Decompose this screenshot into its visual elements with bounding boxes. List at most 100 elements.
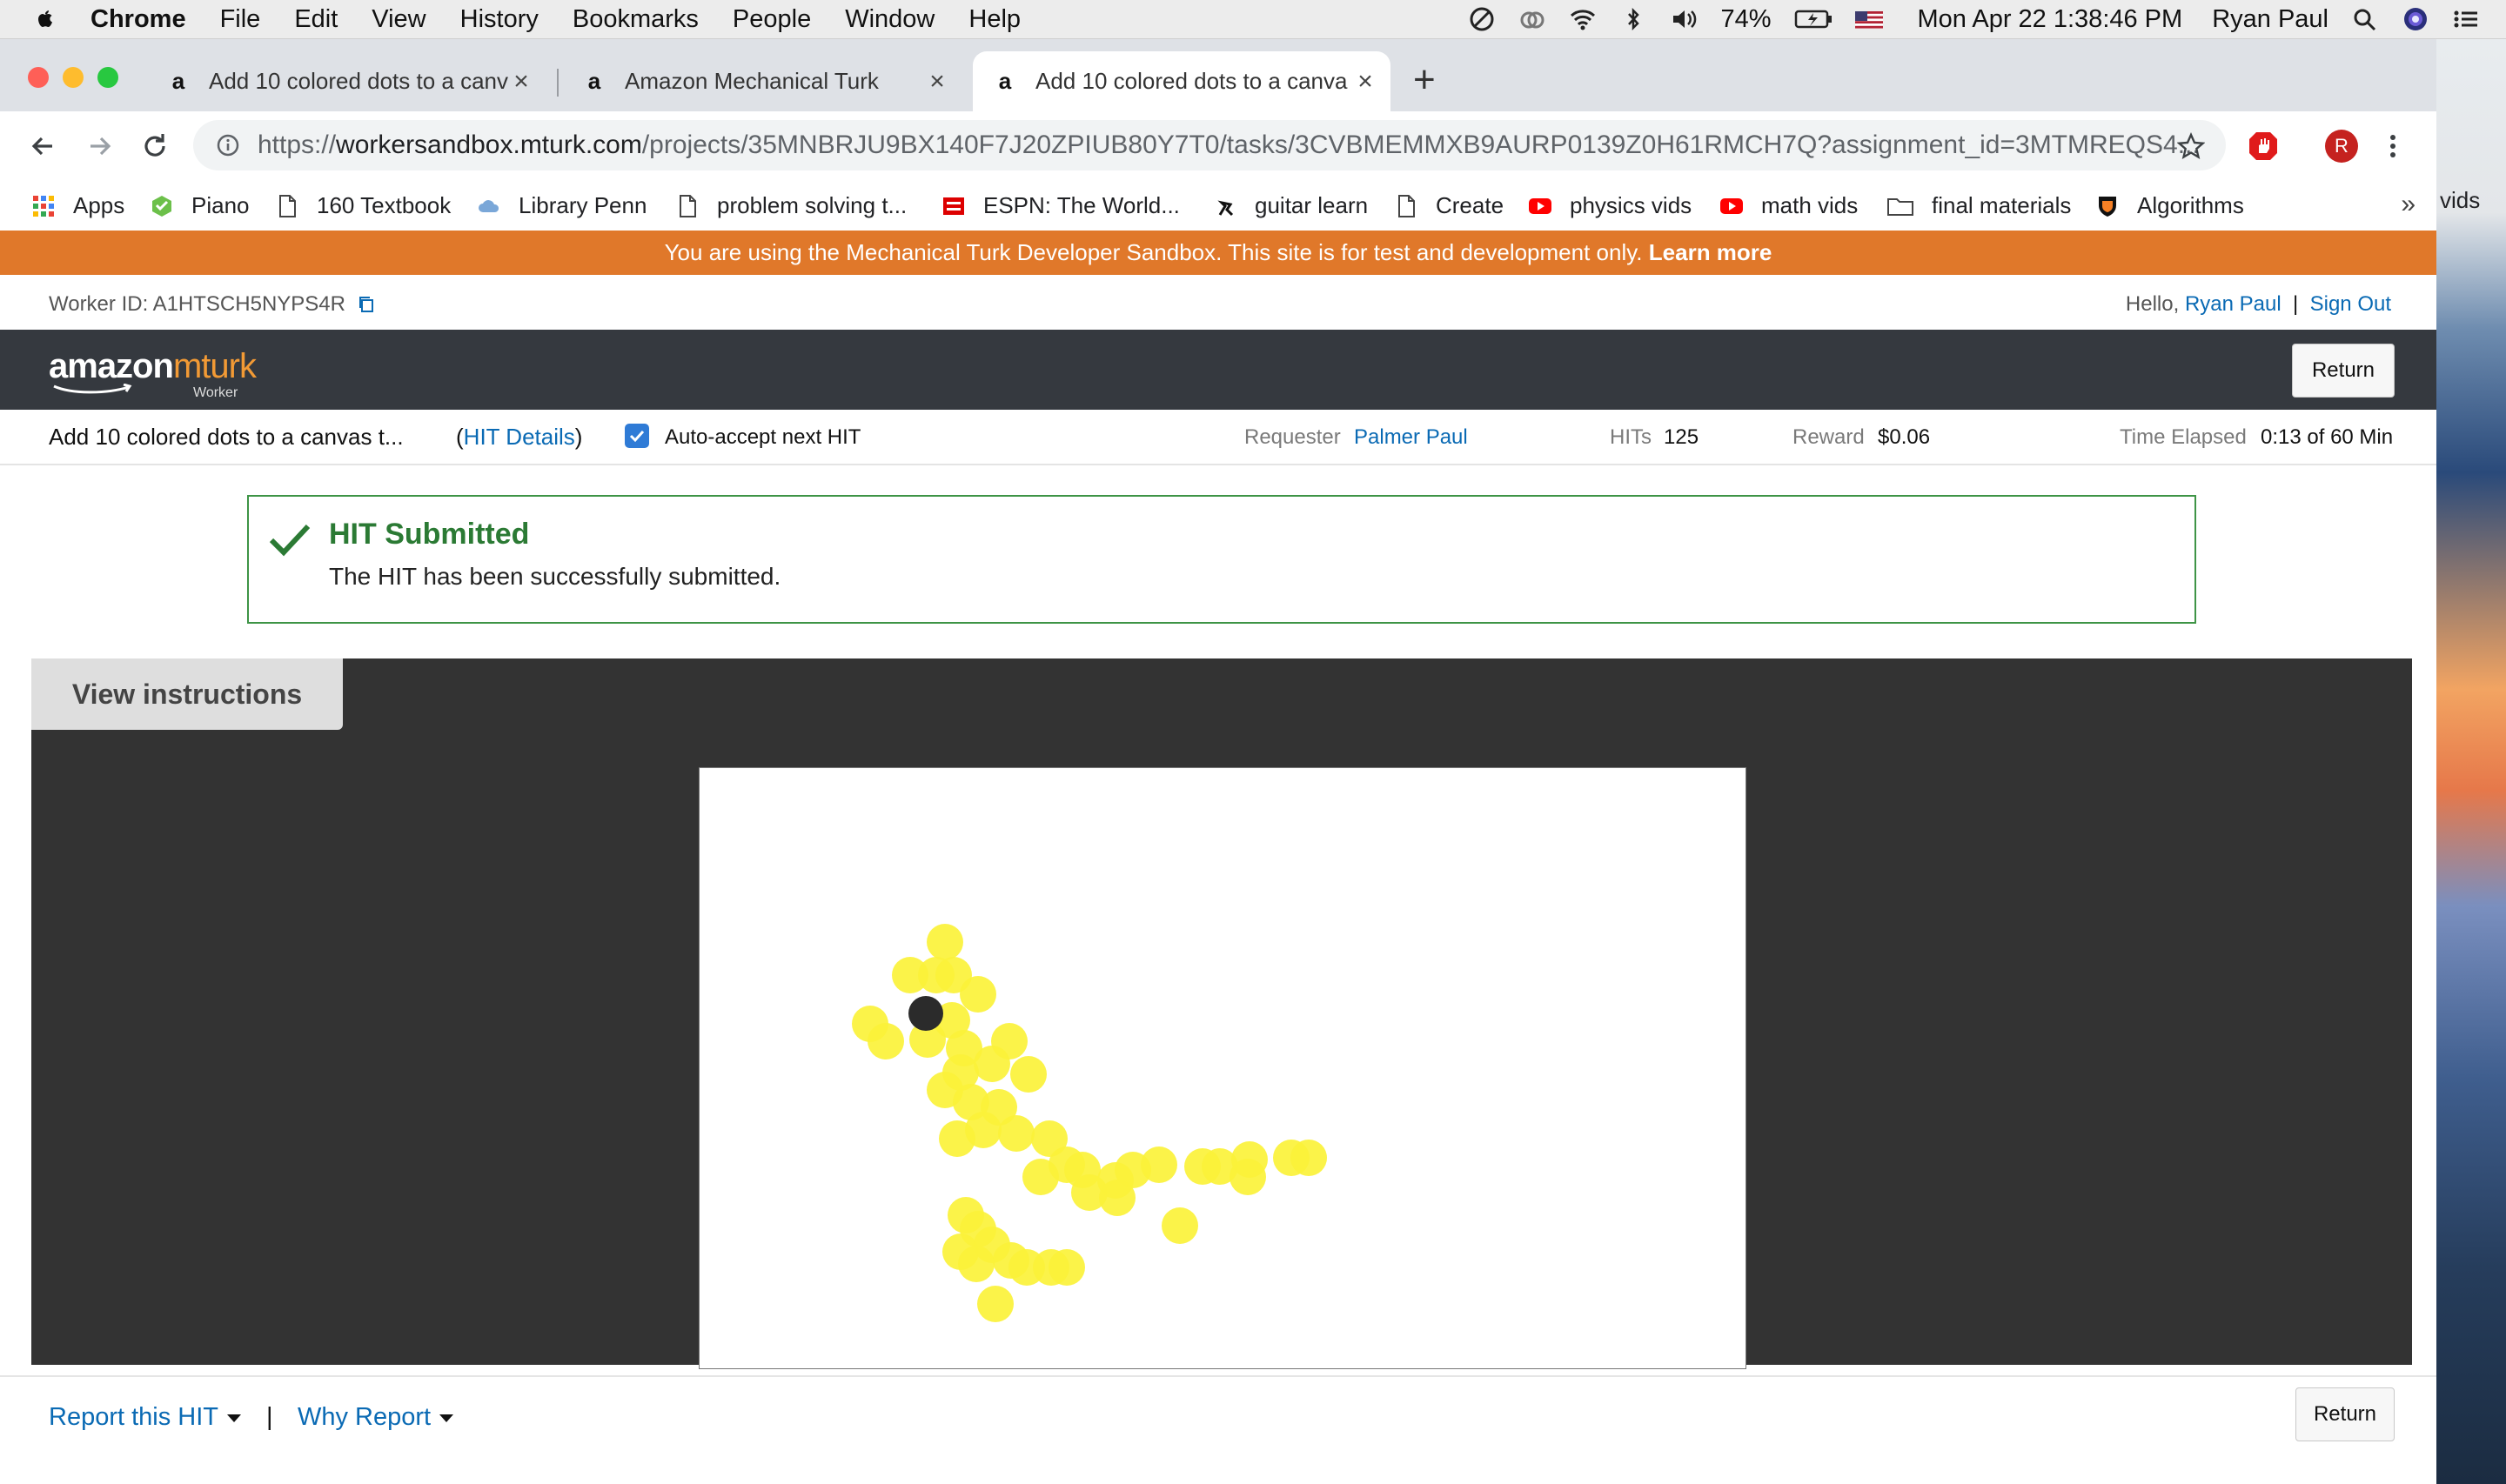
profile-avatar[interactable]: R: [2325, 130, 2358, 163]
brush-cursor: [908, 996, 943, 1031]
yellow-dot: [1290, 1140, 1327, 1176]
amazon-favicon-icon: a: [587, 68, 601, 94]
caret-down-icon: [439, 1414, 454, 1422]
bookmark-problem-solving[interactable]: problem solving t...: [675, 181, 907, 231]
new-tab-button[interactable]: +: [1413, 58, 1436, 102]
chrome-window: a Add 10 colored dots to a canva × a Ama…: [0, 39, 2436, 1484]
bookmark-label: problem solving t...: [717, 192, 908, 218]
adblock-extension-icon[interactable]: [2247, 130, 2280, 163]
siri-icon[interactable]: [2402, 6, 2429, 32]
worker-name-link[interactable]: Ryan Paul: [2185, 292, 2282, 316]
apple-menu-icon[interactable]: [35, 7, 56, 31]
tab-hit-1[interactable]: a Add 10 colored dots to a canva ×: [146, 51, 546, 111]
volume-icon[interactable]: [1670, 6, 1698, 32]
bookmarks-overflow-chevron-icon[interactable]: »: [2401, 190, 2416, 219]
why-report-dropdown[interactable]: Why Report: [298, 1403, 454, 1432]
reload-icon[interactable]: [136, 127, 174, 165]
bookmark-apps[interactable]: Apps: [31, 181, 124, 231]
tab-title: Add 10 colored dots to a canva: [1035, 68, 1348, 94]
logo-amazon: amazon: [49, 347, 174, 385]
menu-edit[interactable]: Edit: [294, 5, 338, 34]
auto-accept-label[interactable]: Auto-accept next HIT: [665, 425, 861, 450]
requester-link[interactable]: Palmer Paul: [1354, 425, 1468, 450]
yellow-dot: [998, 1115, 1035, 1152]
back-arrow-icon[interactable]: [24, 127, 63, 165]
tab-title: Add 10 colored dots to a canva: [209, 68, 508, 94]
document-icon: [1398, 194, 1415, 217]
return-button[interactable]: Return: [2292, 344, 2395, 398]
menu-history[interactable]: History: [460, 5, 539, 34]
cloud-icon: [479, 199, 499, 212]
creative-cloud-icon[interactable]: [1518, 6, 1546, 32]
tab-close-icon[interactable]: ×: [508, 67, 534, 97]
yellow-dot: [977, 1286, 1014, 1322]
battery-charging-icon[interactable]: [1794, 6, 1833, 32]
bookmark-label: final materials: [1932, 192, 2072, 218]
zoom-window-button[interactable]: [97, 67, 118, 88]
bookmark-create[interactable]: Create: [1394, 181, 1504, 231]
do-not-disturb-icon[interactable]: [1468, 6, 1496, 32]
amazon-mturk-logo[interactable]: amazonmturk Worker: [49, 347, 257, 400]
wifi-icon[interactable]: [1569, 6, 1597, 32]
us-flag-icon[interactable]: [1854, 6, 1883, 32]
sign-out-link[interactable]: Sign Out: [2310, 292, 2391, 316]
clock[interactable]: Mon Apr 22 1:38:46 PM: [1918, 5, 2183, 34]
spotlight-search-icon[interactable]: [2351, 6, 2379, 32]
tab-close-icon[interactable]: ×: [1352, 67, 1378, 97]
menu-help[interactable]: Help: [968, 5, 1021, 34]
menu-file[interactable]: File: [220, 5, 261, 34]
bookmark-math-vids[interactable]: math vids: [1719, 181, 1858, 231]
menu-people[interactable]: People: [733, 5, 811, 34]
bookmark-star-icon[interactable]: [2177, 132, 2205, 160]
apps-grid-icon: [33, 195, 54, 217]
report-hit-label: Report this HIT: [49, 1403, 218, 1431]
amazon-favicon-icon: a: [998, 68, 1012, 94]
bookmark-espn[interactable]: ESPN: The World...: [941, 181, 1180, 231]
folder-icon: [1887, 197, 1913, 216]
yellow-dot: [1010, 1056, 1047, 1093]
auto-accept-checkbox[interactable]: [625, 424, 649, 448]
menu-window[interactable]: Window: [845, 5, 935, 34]
forward-arrow-icon[interactable]: [80, 127, 118, 165]
minimize-window-button[interactable]: [63, 67, 84, 88]
bookmark-guitar-learn[interactable]: guitar learn: [1213, 181, 1368, 231]
bookmark-label: Apps: [73, 192, 125, 218]
bluetooth-icon[interactable]: [1619, 6, 1647, 32]
chrome-menu-icon[interactable]: [2384, 130, 2402, 163]
bookmark-final-materials[interactable]: final materials: [1886, 181, 2071, 231]
close-window-button[interactable]: [28, 67, 49, 88]
hit-details-link[interactable]: HIT Details: [464, 424, 575, 450]
task-workspace: View instructions: [31, 658, 2412, 1369]
site-info-icon[interactable]: [216, 133, 240, 157]
bookmark-algorithms[interactable]: Algorithms: [2095, 181, 2244, 231]
greeting: Hello, Ryan Paul | Sign Out: [2126, 292, 2391, 317]
notification-center-icon[interactable]: [2452, 6, 2480, 32]
bookmark-160-textbook[interactable]: 160 Textbook: [275, 181, 451, 231]
why-report-label: Why Report: [298, 1403, 432, 1431]
macos-menu-bar: Chrome File Edit View History Bookmarks …: [0, 0, 2506, 39]
report-hit-dropdown[interactable]: Report this HIT: [49, 1403, 241, 1432]
menu-bookmarks[interactable]: Bookmarks: [573, 5, 699, 34]
youtube-icon: [1529, 197, 1551, 214]
user-name[interactable]: Ryan Paul: [2212, 5, 2328, 34]
alert-title: HIT Submitted: [329, 518, 530, 551]
address-bar[interactable]: https://workersandbox.mturk.com/projects…: [193, 120, 2226, 170]
paren-open: (: [456, 424, 464, 450]
tab-mturk[interactable]: a Amazon Mechanical Turk ×: [562, 51, 962, 111]
bookmark-library-penn[interactable]: Library Penn: [477, 181, 647, 231]
drawing-canvas[interactable]: [699, 767, 1746, 1369]
menu-app-name[interactable]: Chrome: [90, 5, 186, 34]
tab-hit-active[interactable]: a Add 10 colored dots to a canva ×: [973, 51, 1390, 111]
tab-separator: [557, 69, 559, 97]
dots-layer[interactable]: [700, 768, 1745, 1368]
battery-percent[interactable]: 74%: [1720, 5, 1771, 34]
view-instructions-button[interactable]: View instructions: [31, 658, 343, 730]
bookmark-piano[interactable]: Piano: [150, 181, 250, 231]
copy-icon[interactable]: [357, 295, 376, 314]
menu-view[interactable]: View: [372, 5, 425, 34]
footer-return-button[interactable]: Return: [2295, 1387, 2395, 1441]
bookmark-physics-vids[interactable]: physics vids: [1528, 181, 1692, 231]
learn-more-link[interactable]: Learn more: [1649, 239, 1772, 265]
tab-close-icon[interactable]: ×: [924, 67, 950, 97]
hits-count: 125: [1664, 425, 1699, 449]
